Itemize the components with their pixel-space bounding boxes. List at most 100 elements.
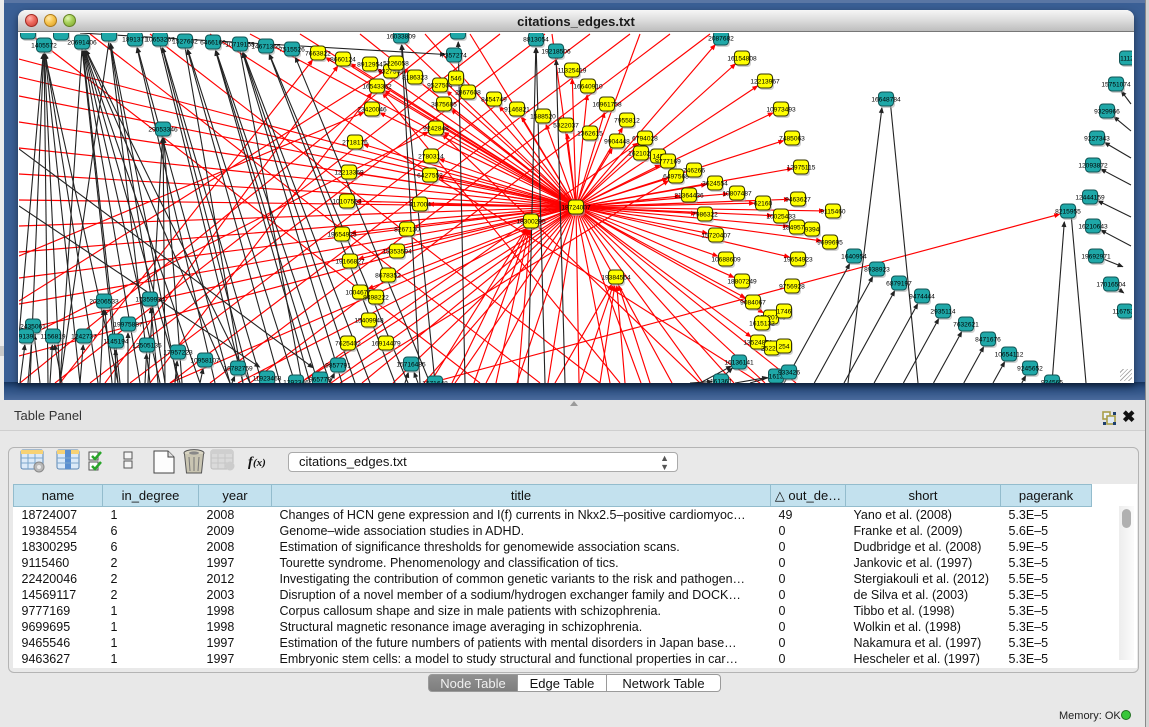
svg-text:10654112: 10654112	[995, 352, 1024, 359]
svg-text:19654923: 19654923	[783, 257, 813, 264]
svg-text:14671355: 14671355	[251, 44, 281, 51]
svg-text:29053346: 29053346	[148, 127, 178, 134]
svg-text:15720407: 15720407	[701, 233, 731, 240]
svg-text:8215955: 8215955	[1055, 209, 1081, 216]
svg-text:746266: 746266	[683, 168, 705, 175]
svg-text:19218506: 19218506	[541, 49, 571, 56]
svg-text:19654925: 19654925	[327, 232, 357, 239]
svg-text:10025433: 10025433	[766, 214, 796, 221]
svg-text:10107553: 10107553	[332, 199, 362, 206]
svg-text:9394: 9394	[805, 227, 820, 234]
svg-text:16961758: 16961758	[592, 102, 622, 109]
svg-text:1292346: 1292346	[283, 380, 309, 384]
svg-text:7625402: 7625402	[335, 341, 361, 348]
svg-text:9227343: 9227343	[1084, 136, 1110, 143]
svg-text:12975115: 12975115	[787, 165, 816, 172]
svg-text:8498222: 8498222	[363, 295, 389, 302]
svg-text:1112: 1112	[1120, 56, 1132, 63]
svg-text:8912954: 8912954	[357, 62, 383, 69]
svg-text:1746: 1746	[777, 309, 792, 316]
svg-text:11923468: 11923468	[253, 376, 282, 383]
svg-text:19975887: 19975887	[113, 322, 143, 329]
svg-text:9474444: 9474444	[909, 294, 935, 301]
svg-text:546: 546	[450, 76, 461, 83]
svg-text:1145194: 1145194	[103, 339, 129, 346]
svg-text:5226058: 5226058	[383, 61, 409, 68]
svg-text:8471676: 8471676	[975, 337, 1001, 344]
svg-text:2780314: 2780314	[418, 154, 444, 161]
svg-text:16640910: 16640910	[573, 84, 603, 91]
svg-text:10973493: 10973493	[766, 107, 796, 114]
svg-text:8678352: 8678352	[375, 273, 401, 280]
svg-text:8186323: 8186323	[402, 75, 428, 82]
svg-text:9699695: 9699695	[817, 240, 843, 247]
svg-text:12213369: 12213369	[334, 170, 364, 177]
svg-text:9115460: 9115460	[820, 209, 846, 216]
svg-text:9857791: 9857791	[325, 363, 351, 370]
svg-text:16914479: 16914479	[371, 341, 401, 348]
svg-text:1405572: 1405572	[31, 43, 57, 50]
svg-text:15716485: 15716485	[396, 362, 426, 369]
svg-text:2718176: 2718176	[342, 140, 368, 147]
svg-text:20691406: 20691406	[67, 40, 97, 47]
svg-text:6879197: 6879197	[886, 281, 912, 288]
svg-text:9329966: 9329966	[1094, 109, 1120, 116]
svg-text:1362615: 1362615	[577, 131, 603, 138]
svg-text:7955812: 7955812	[614, 118, 640, 125]
svg-text:16782759: 16782759	[223, 366, 253, 373]
svg-text:19692971: 19692971	[1081, 254, 1111, 261]
svg-text:10688609: 10688609	[711, 257, 741, 264]
svg-text:62160: 62160	[754, 201, 773, 208]
svg-text:7485063: 7485063	[779, 136, 805, 143]
svg-text:12093872: 12093872	[1078, 163, 1108, 170]
svg-text:18300295: 18300295	[516, 219, 546, 226]
svg-text:1615132: 1615132	[749, 321, 775, 328]
svg-text:6497568: 6497568	[663, 174, 689, 181]
svg-text:6466160: 6466160	[200, 40, 226, 47]
svg-text:1156819: 1156819	[40, 334, 66, 341]
svg-text:23420046: 23420046	[357, 107, 387, 114]
svg-text:16648784: 16648784	[871, 97, 901, 104]
svg-text:2087682: 2087682	[708, 36, 734, 43]
svg-text:6427552: 6427552	[417, 173, 443, 180]
svg-text:2867608: 2867608	[455, 90, 481, 97]
svg-text:9777169: 9777169	[655, 159, 681, 166]
svg-text:1640954: 1640954	[841, 254, 867, 261]
svg-text:1891371: 1891371	[122, 37, 148, 44]
svg-text:21364436: 21364436	[674, 193, 704, 200]
svg-text:9084067: 9084067	[740, 300, 766, 307]
svg-text:254: 254	[778, 344, 789, 351]
svg-text:7357274: 7357274	[441, 53, 467, 60]
svg-text:9242848: 9242848	[423, 126, 449, 133]
svg-text:161361: 161361	[710, 379, 732, 384]
svg-text:5322037: 5322037	[553, 123, 579, 130]
svg-text:16033809: 16033809	[386, 34, 416, 41]
svg-text:12213967: 12213967	[750, 79, 780, 86]
svg-text:12444159: 12444159	[1075, 195, 1105, 202]
svg-text:8267130: 8267130	[394, 227, 420, 234]
svg-text:9756928: 9756928	[779, 284, 805, 291]
svg-text:16543362: 16543362	[362, 84, 392, 91]
svg-text:8454749: 8454749	[481, 97, 507, 104]
svg-text:17359934: 17359934	[135, 297, 165, 304]
svg-text:16136141: 16136141	[724, 360, 754, 367]
svg-text:1242737: 1242737	[71, 334, 97, 341]
svg-text:19384554: 19384554	[601, 275, 631, 282]
svg-text:17957223: 17957223	[163, 350, 193, 357]
svg-text:9463627: 9463627	[785, 197, 811, 204]
svg-text:1571648: 1571648	[422, 381, 448, 384]
svg-text:924565: 924565	[1041, 380, 1063, 384]
svg-text:18724007: 18724007	[561, 205, 591, 212]
svg-text:12505135: 12505135	[132, 343, 162, 350]
svg-text:18807249: 18807249	[727, 279, 757, 286]
svg-text:965779: 965779	[309, 377, 331, 384]
svg-text:1527602: 1527602	[172, 39, 198, 46]
svg-text:10653267: 10653267	[145, 37, 175, 44]
svg-text:417004: 417004	[409, 202, 431, 209]
svg-text:15751074: 15751074	[1101, 82, 1131, 89]
svg-text:(x): (x)	[253, 457, 266, 469]
svg-text:16210643: 16210643	[1078, 224, 1108, 231]
svg-text:11325419: 11325419	[558, 68, 587, 75]
svg-text:3875685: 3875685	[431, 102, 457, 109]
svg-text:16154808: 16154808	[727, 56, 757, 63]
